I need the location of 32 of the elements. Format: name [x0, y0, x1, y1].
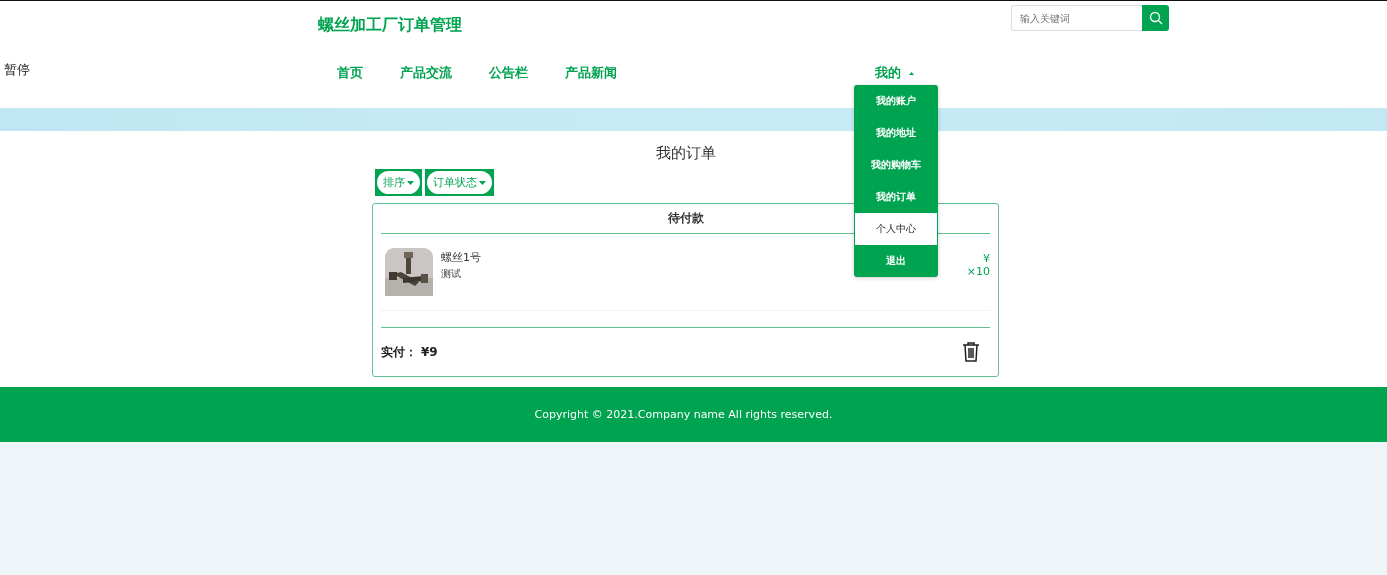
search-icon — [1148, 11, 1163, 25]
copyright-text: Copyright © 2021.Company name All rights reserved. — [534, 408, 833, 421]
page-title: 我的订单 — [655, 144, 716, 164]
menu-item[interactable]: 退出 — [854, 245, 938, 277]
account-menu-toggle[interactable]: 我的 — [875, 64, 914, 82]
filter-dropdown[interactable]: 排序 — [377, 171, 420, 194]
caret-icon — [909, 71, 914, 75]
nav-link[interactable]: 公告栏 — [489, 64, 528, 82]
delete-button[interactable] — [962, 342, 980, 362]
status-text: 暂停 — [4, 61, 30, 79]
nav-link[interactable]: 产品新闻 — [565, 64, 617, 82]
total-label: 实付： — [381, 343, 417, 361]
product-note: 测试 — [441, 266, 462, 281]
menu-item[interactable]: 我的账户 — [854, 85, 938, 117]
total-amount: ¥9 — [421, 345, 438, 359]
product-price: ¥ — [983, 252, 990, 265]
menu-item[interactable]: 我的购物车 — [854, 149, 938, 181]
menu-item[interactable]: 我的订单 — [854, 181, 938, 213]
caret-icon — [479, 180, 486, 185]
caret-icon — [407, 180, 414, 185]
order-status: 待付款 — [667, 210, 704, 227]
search-field[interactable]: 输入关键词 — [1011, 5, 1142, 31]
menu-item[interactable]: 个人中心 — [854, 213, 938, 245]
product-quantity: ×10 — [966, 265, 990, 278]
menu-item[interactable]: 我的地址 — [854, 117, 938, 149]
trash-icon — [962, 342, 980, 362]
product-name: 螺丝1号 — [441, 249, 481, 265]
site-title: 螺丝加工厂订单管理 — [318, 14, 462, 36]
nav-link[interactable]: 首页 — [337, 64, 363, 82]
search-button[interactable] — [1142, 5, 1169, 31]
filter-dropdown[interactable]: 订单状态 — [427, 171, 492, 194]
nav-link[interactable]: 产品交流 — [400, 64, 452, 82]
